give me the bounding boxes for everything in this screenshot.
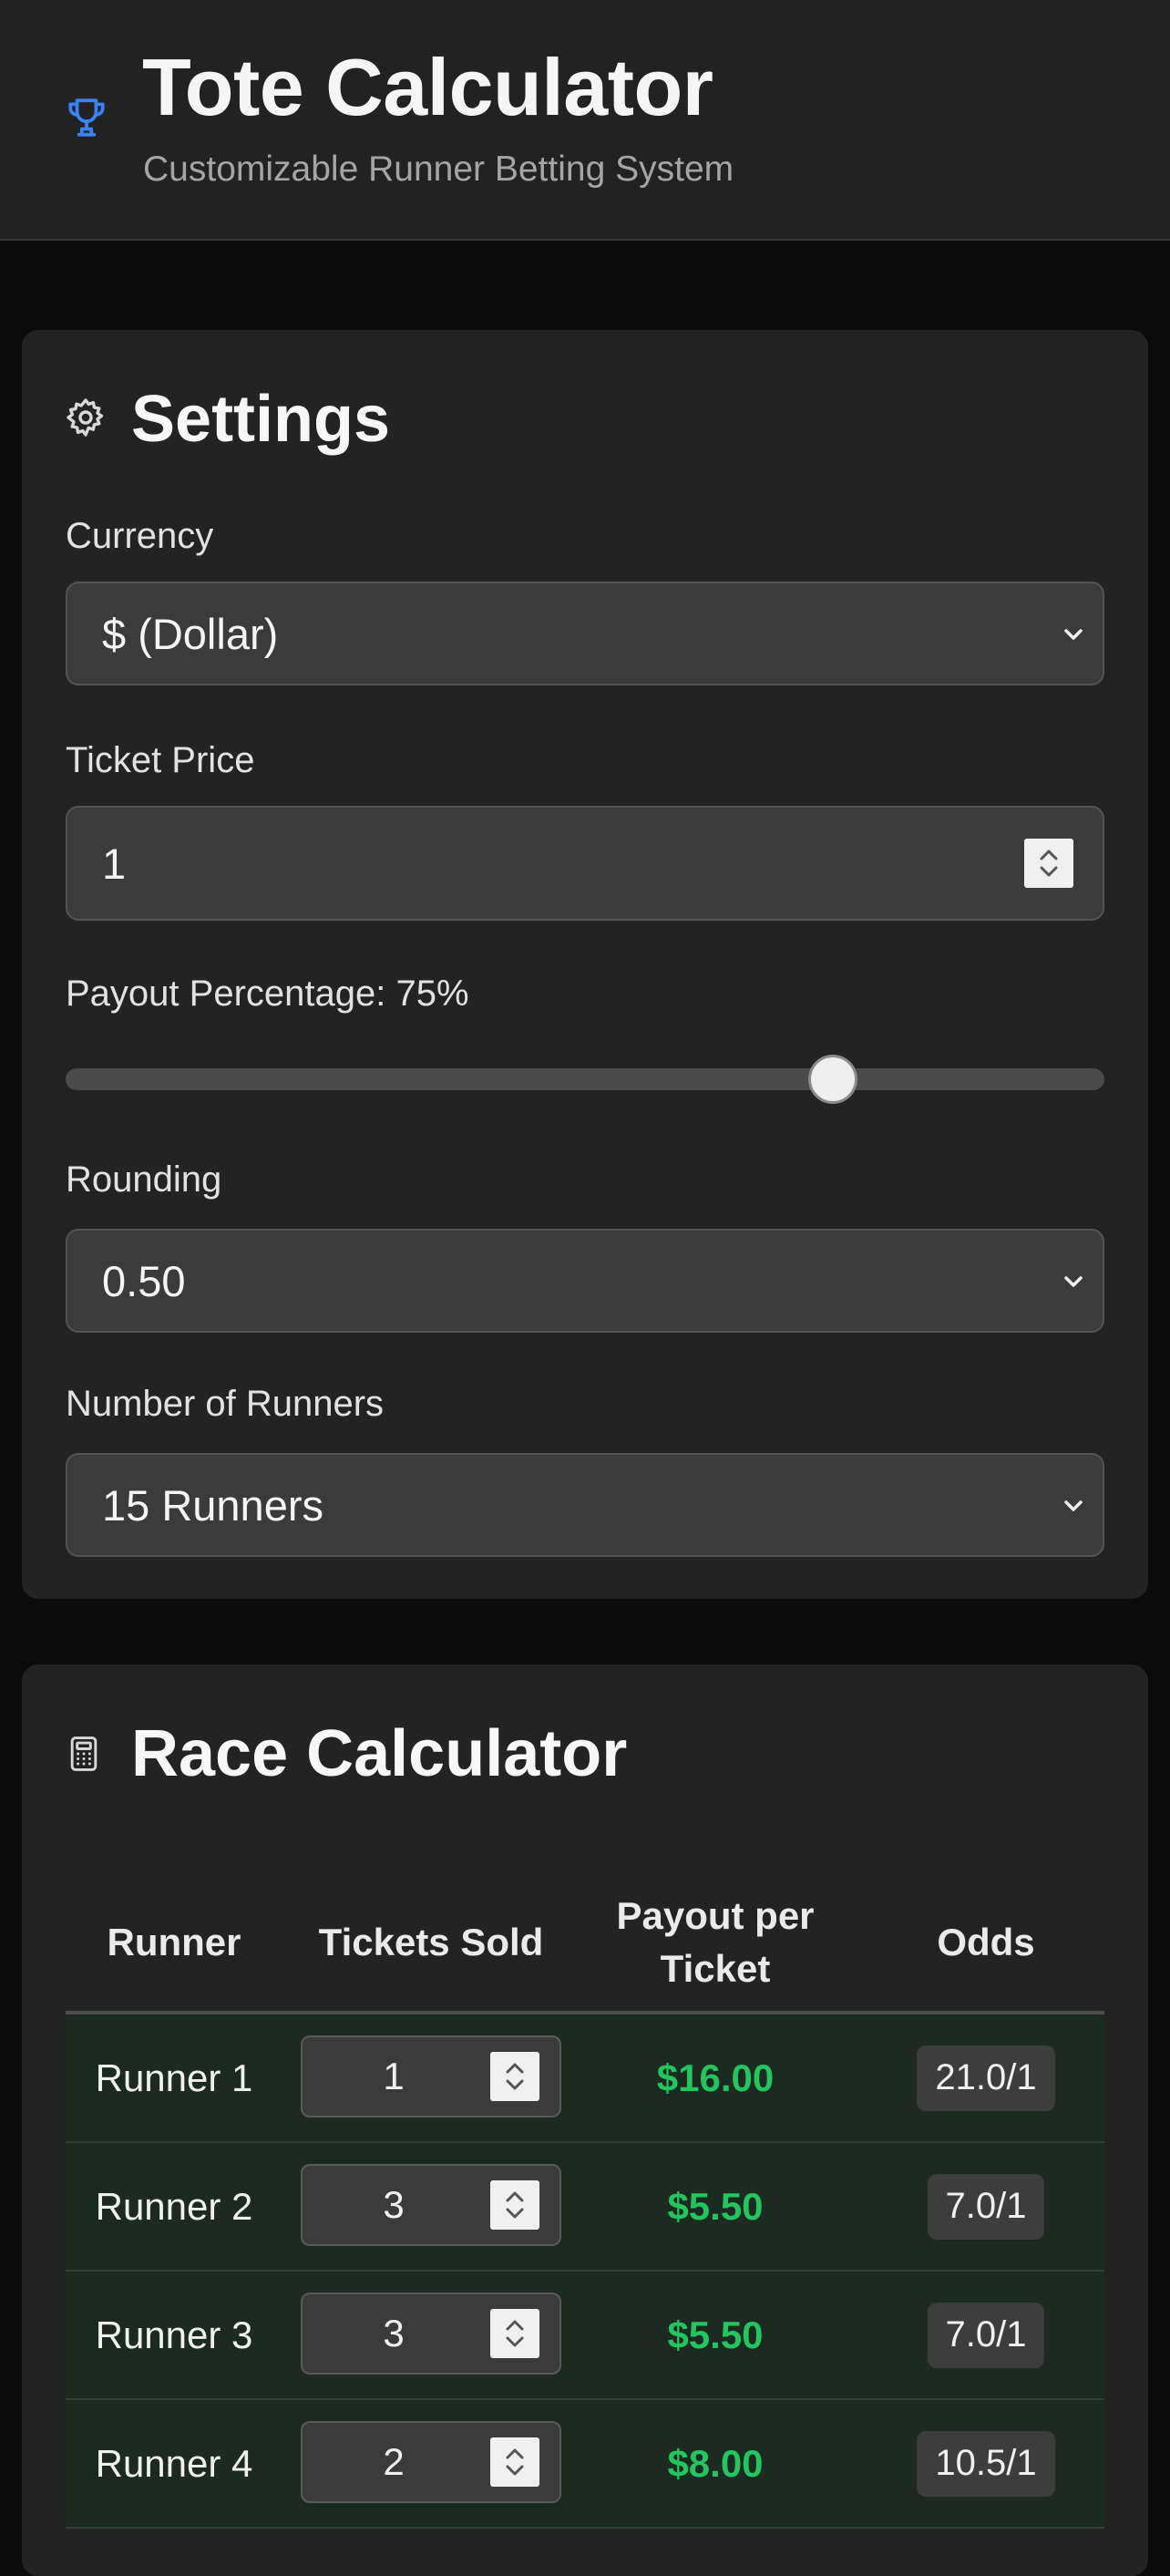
ticket-price-value: 1 [102,840,127,888]
table-header: Runner Tickets Sold Payout per Ticket Od… [66,1874,1104,2014]
gear-icon [67,398,104,437]
payout-per-ticket: $5.50 [667,2184,764,2228]
ticket-price-label: Ticket Price [66,740,255,780]
runner-name: Runner 2 [95,2184,253,2228]
odds-badge: 7.0/1 [927,2173,1045,2240]
runners-label: Number of Runners [66,1384,385,1424]
column-header-payout-line2: Ticket [660,1947,771,1990]
payout-slider-thumb[interactable] [807,1055,857,1104]
runners-select[interactable]: 15 Runners [66,1453,1104,1557]
ticket-price-stepper[interactable] [1024,839,1073,888]
settings-card: Settings Currency $ (Dollar) Ticket Pric… [22,330,1148,1599]
calculator-icon [70,1736,98,1771]
runner-name: Runner 4 [95,2441,253,2485]
runner-rows: Runner 1 1 $16.00 21.0/1 Runner 2 3 $5.5… [66,2014,1104,2529]
tickets-sold-value: 1 [383,2055,405,2097]
table-row: Runner 1 1 $16.00 21.0/1 [66,2014,1104,2143]
stepper-arrows-icon [506,2448,524,2476]
race-calculator-card: Race Calculator Runner Tickets Sold Payo… [22,1664,1148,2576]
column-header-runner: Runner [107,1921,241,1963]
odds-cell: 21.0/1 [867,2014,1104,2141]
trophy-icon [68,98,105,137]
currency-value: $ (Dollar) [102,610,279,658]
table-row: Runner 3 3 $5.50 7.0/1 [66,2272,1104,2400]
tickets-sold-value: 3 [383,2312,405,2354]
tickets-sold-stepper[interactable] [490,2309,539,2358]
odds-cell: 10.5/1 [867,2400,1104,2527]
column-header-payout: Payout per Ticket [583,1874,847,2011]
stepper-arrows-icon [506,2320,524,2347]
tickets-sold-value: 2 [383,2440,405,2483]
race-calculator-title: Race Calculator [131,1717,628,1790]
currency-label: Currency [66,516,214,556]
chevron-down-icon [1064,1500,1083,1511]
odds-badge: 21.0/1 [917,2045,1055,2111]
odds-cell: 7.0/1 [867,2272,1104,2398]
app-title: Tote Calculator [142,42,713,132]
payout-slider[interactable] [66,1055,1104,1104]
table-row: Runner 4 2 $8.00 10.5/1 [66,2400,1104,2529]
odds-badge: 7.0/1 [927,2302,1045,2368]
column-header-odds: Odds [937,1921,1035,1963]
app-header: Tote Calculator Customizable Runner Bett… [0,0,1170,241]
runner-name: Runner 1 [95,2056,253,2099]
tickets-sold-input[interactable]: 3 [301,2293,561,2375]
tickets-sold-stepper[interactable] [490,2180,539,2230]
runners-value: 15 Runners [102,1481,323,1530]
odds-badge: 10.5/1 [917,2430,1055,2497]
column-header-tickets-sold: Tickets Sold [318,1921,544,1963]
ticket-price-input[interactable]: 1 [66,806,1104,921]
tickets-sold-input[interactable]: 3 [301,2164,561,2246]
tickets-sold-stepper[interactable] [490,2052,539,2101]
rounding-label: Rounding [66,1159,222,1200]
payout-per-ticket: $8.00 [667,2441,764,2485]
table-row: Runner 2 3 $5.50 7.0/1 [66,2143,1104,2272]
odds-cell: 7.0/1 [867,2143,1104,2270]
rounding-select[interactable]: 0.50 [66,1229,1104,1333]
rounding-value: 0.50 [102,1257,186,1305]
chevron-down-icon [1064,629,1083,640]
chevron-down-icon [1064,1276,1083,1287]
payout-per-ticket: $16.00 [656,2056,775,2099]
app-subtitle: Customizable Runner Betting System [143,149,734,189]
stepper-arrows-icon [506,2191,524,2219]
tickets-sold-input[interactable]: 1 [301,2035,561,2117]
payout-per-ticket: $5.50 [667,2313,764,2356]
column-header-payout-line1: Payout per [616,1894,815,1937]
stepper-arrows-icon [506,2063,524,2090]
tickets-sold-value: 3 [383,2183,405,2226]
stepper-arrows-icon [1040,850,1058,877]
payout-percentage-label: Payout Percentage: 75% [66,974,469,1014]
tickets-sold-input[interactable]: 2 [301,2421,561,2503]
runner-name: Runner 3 [95,2313,253,2356]
tickets-sold-stepper[interactable] [490,2437,539,2487]
currency-select[interactable]: $ (Dollar) [66,582,1104,685]
settings-title: Settings [131,383,391,456]
